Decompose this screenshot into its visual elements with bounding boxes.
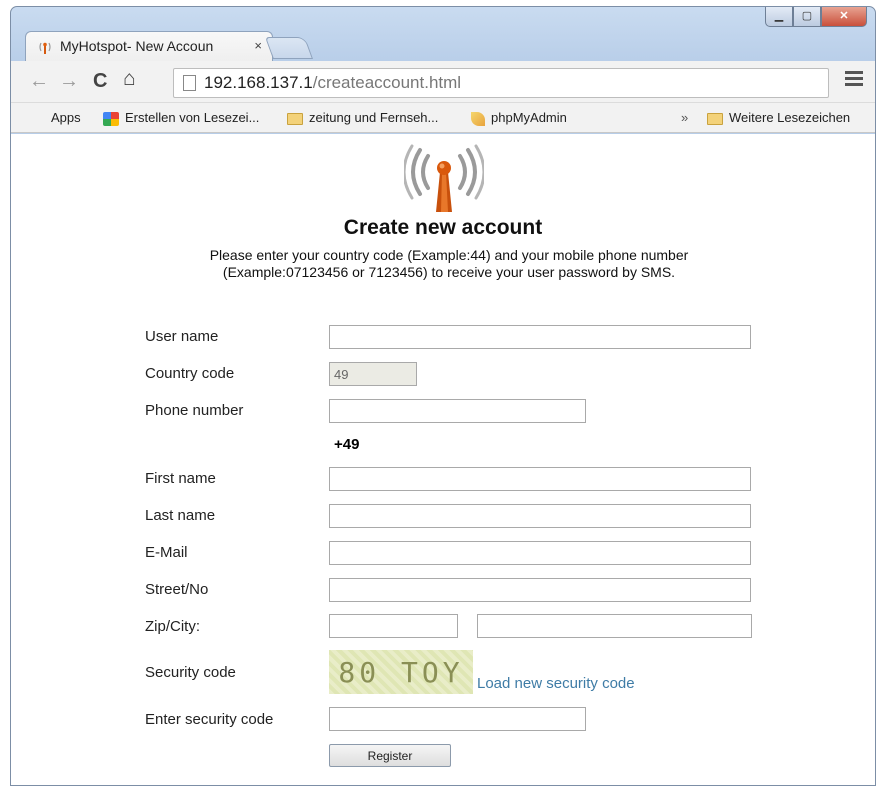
bookmark-label: Erstellen von Lesezei... [125,110,260,125]
folder-icon [287,112,303,125]
bookmark-apps[interactable]: Apps [29,110,81,126]
first-name-label: First name [145,470,216,487]
back-arrow-icon[interactable]: ← [29,71,49,91]
bookmark-zeitung[interactable]: zeitung und Fernseh... [287,110,438,125]
tab-title: MyHotspot- New Accoun [60,38,214,54]
page-title: Create new account [343,216,543,239]
zip-input[interactable] [329,614,458,638]
apps-grid-icon [29,112,45,126]
browser-window: ▁ ▢ ✕ MyHotspot- New Accoun × ← → C ⌂ 19… [10,6,876,786]
url-host: 192.168.137.1 [204,73,313,92]
intro-line-1: Please enter your country code (Example:… [209,247,689,263]
phone-input[interactable] [329,399,586,423]
username-label: User name [145,328,219,345]
bookmark-phpmyadmin[interactable]: phpMyAdmin [471,110,567,126]
folder-icon [707,112,723,125]
street-input[interactable] [329,578,751,602]
email-input[interactable] [329,541,751,565]
page-content: Create new account Please enter your cou… [11,134,875,785]
first-name-input[interactable] [329,467,751,491]
minimize-button[interactable]: ▁ [765,7,793,27]
maximize-button[interactable]: ▢ [793,7,821,27]
browser-tab[interactable]: MyHotspot- New Accoun × [25,31,273,61]
phpmyadmin-icon [471,111,485,126]
zip-city-label: Zip/City: [145,618,201,635]
bookmark-label: phpMyAdmin [491,110,567,125]
close-window-button[interactable]: ✕ [821,7,867,27]
hotspot-favicon-icon [39,42,51,54]
page-icon [183,75,196,91]
captcha-image: 80 TOY [329,650,473,694]
bookmarks-overflow-button[interactable]: » [681,110,688,125]
last-name-input[interactable] [329,504,751,528]
bookmark-label: Apps [51,110,81,125]
last-name-label: Last name [145,507,216,524]
register-button[interactable]: Register [329,744,451,767]
bookmarks-bar: Apps Erstellen von Lesezei... zeitung un… [11,103,875,133]
security-code-input[interactable] [329,707,586,731]
bookmark-erstellen[interactable]: Erstellen von Lesezei... [103,110,259,126]
load-new-security-code-link[interactable]: Load new security code [477,675,635,692]
intro-text: Please enter your country code (Example:… [71,247,827,281]
bookmark-weitere[interactable]: Weitere Lesezeichen [707,110,850,125]
intro-line-2: (Example:07123456 or 7123456) to receive… [222,264,676,280]
username-input[interactable] [329,325,751,349]
country-code-label: Country code [145,365,235,382]
url-path: /createaccount.html [312,73,462,92]
google-bookmark-icon [103,111,119,126]
street-label: Street/No [145,581,209,598]
bookmark-label: Weitere Lesezeichen [729,110,851,125]
email-label: E-Mail [145,544,188,561]
city-input[interactable] [477,614,752,638]
chrome-menu-icon[interactable] [845,71,863,89]
reload-icon[interactable]: C [93,71,107,91]
security-code-label: Security code [145,664,236,681]
tab-close-icon[interactable]: × [254,38,262,53]
browser-toolbar: ← → C ⌂ 192.168.137.1/createaccount.html [11,61,875,103]
phone-label: Phone number [145,402,244,419]
window-controls: ▁ ▢ ✕ [765,7,867,29]
hotspot-antenna-icon [404,144,484,212]
bookmark-label: zeitung und Fernseh... [309,110,439,125]
forward-arrow-icon[interactable]: → [59,71,79,91]
country-code-input[interactable] [329,362,417,386]
phone-prefix: +49 [334,436,360,453]
home-icon[interactable]: ⌂ [123,68,136,89]
address-bar[interactable]: 192.168.137.1/createaccount.html [173,68,829,98]
enter-security-code-label: Enter security code [145,711,274,728]
